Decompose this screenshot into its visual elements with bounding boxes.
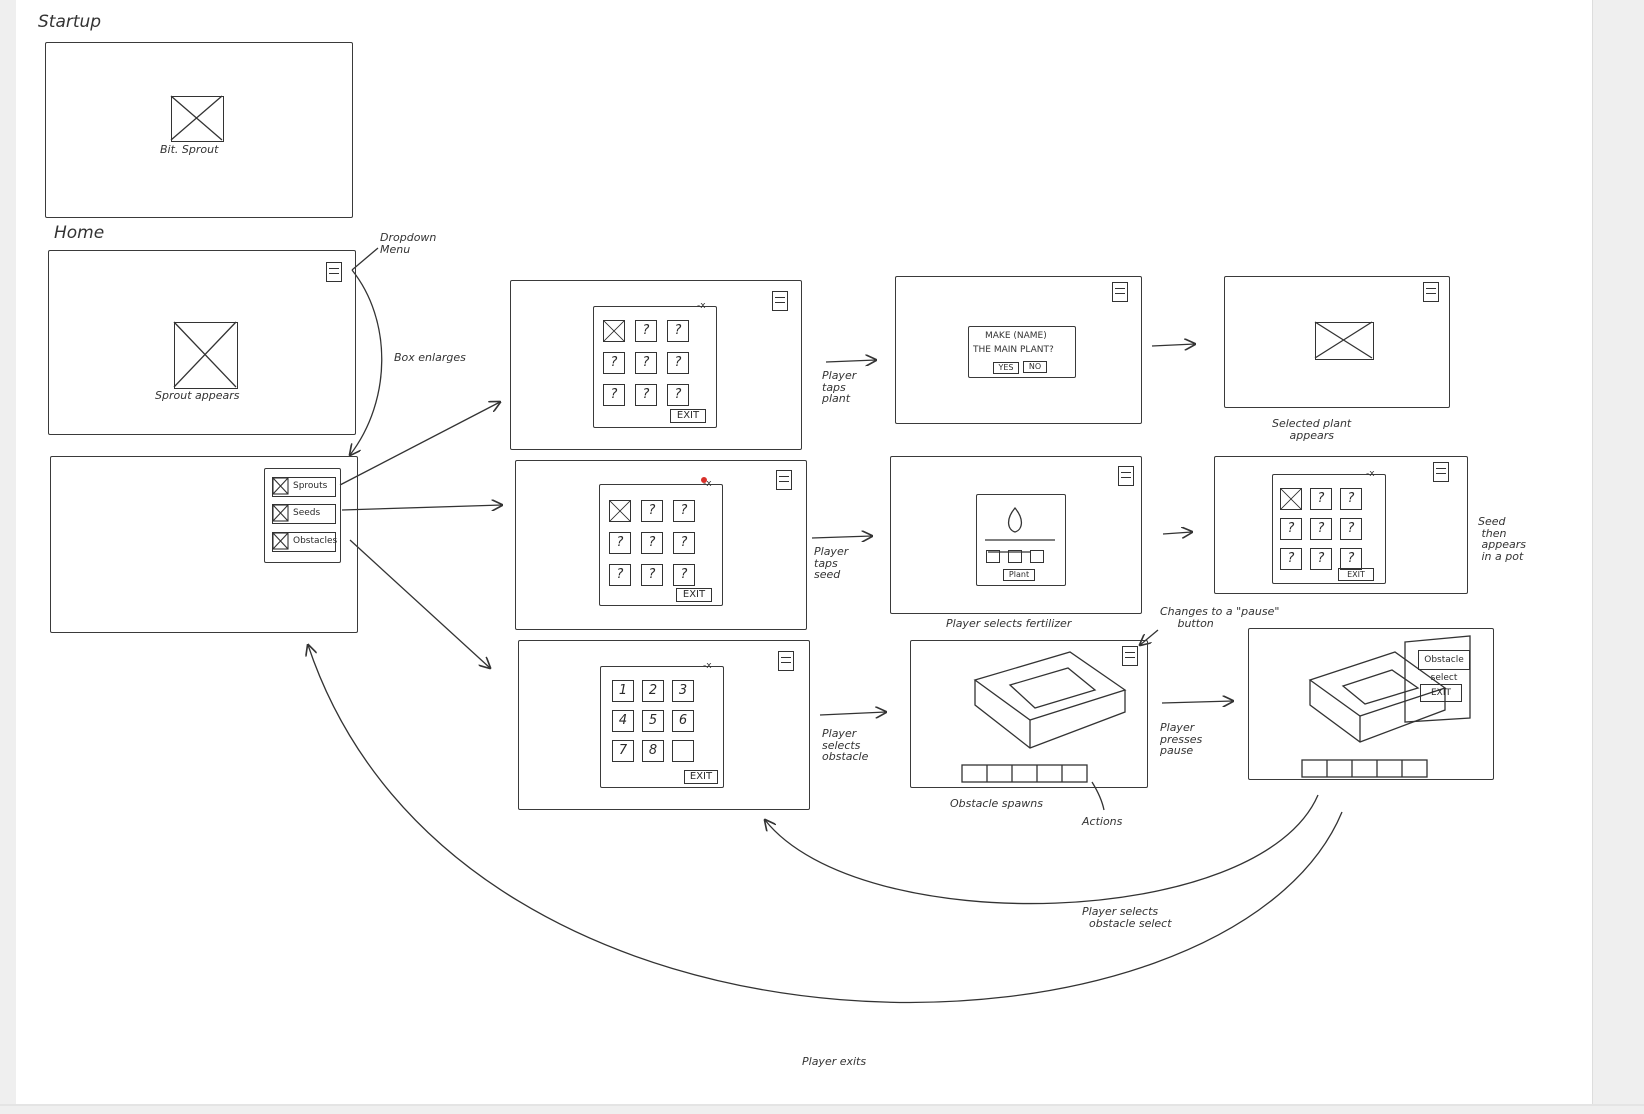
menu-icon[interactable] (1423, 282, 1439, 302)
grid-tile[interactable] (672, 740, 694, 762)
annotation-player-selects-obstacle: Player selects obstacle (822, 727, 869, 764)
close-icon[interactable]: -x (703, 479, 712, 489)
grid-tile[interactable]: ? (1310, 518, 1332, 540)
annotation-obstacle-spawns: Obstacle spawns (950, 797, 1043, 810)
selected-tile[interactable] (1280, 488, 1302, 510)
home-sprout-placeholder (174, 322, 238, 389)
annotation-player-taps-seed: Player taps seed (814, 545, 849, 582)
exit-button[interactable]: EXIT (670, 409, 706, 423)
close-icon[interactable]: -x (697, 301, 706, 311)
grid-tile[interactable]: ? (667, 320, 689, 342)
dropdown-item-crosses (272, 477, 289, 550)
obstacle-game-screen-frame (910, 640, 1148, 788)
fertilizer-option-3[interactable] (1030, 550, 1044, 563)
grid-tile[interactable]: ? (635, 384, 657, 406)
grid-tile[interactable]: 8 (642, 740, 664, 762)
dropdown-item-label: Obstacles (293, 536, 338, 546)
yes-button[interactable]: YES (993, 362, 1019, 374)
grid-tile[interactable]: ? (635, 320, 657, 342)
grid-tile[interactable]: 7 (612, 740, 634, 762)
grid-tile[interactable]: ? (603, 384, 625, 406)
annotation-dropdown-menu: Dropdown Menu (380, 231, 437, 256)
menu-icon[interactable] (772, 291, 788, 311)
pause-button-icon[interactable] (1122, 646, 1138, 666)
annotation-seed-appears: Seed then appears in a pot (1478, 515, 1526, 563)
grid-tile[interactable]: 4 (612, 710, 634, 732)
plant-button[interactable]: Plant (1003, 569, 1035, 581)
grid-tile[interactable]: ? (673, 564, 695, 586)
selected-tile[interactable] (603, 320, 625, 342)
annotation-player-presses-pause: Player presses pause (1160, 721, 1203, 758)
arrow-to-seeds (341, 505, 502, 510)
exit-button[interactable]: EXIT (684, 770, 718, 784)
home-caption: Sprout appears (155, 389, 240, 402)
grid-tile[interactable]: 3 (672, 680, 694, 702)
close-icon[interactable]: -x (1366, 469, 1375, 479)
arrow-to-sprouts (339, 402, 500, 486)
grid-tile[interactable]: ? (609, 564, 631, 586)
arrow-row3-b (1161, 701, 1233, 703)
annotation-selected-plant-appears: Selected plant appears (1272, 417, 1352, 442)
arrow-to-obstacles (349, 539, 490, 668)
menu-icon[interactable] (1433, 462, 1449, 482)
arrow-player-exits-loop (308, 645, 1343, 1004)
startup-title: Startup (38, 12, 102, 32)
grid-tile[interactable]: 6 (672, 710, 694, 732)
arrow-row2-a (811, 536, 872, 538)
grid-tile[interactable]: ? (609, 532, 631, 554)
annotation-player-selects-fertilizer: Player selects fertilizer (946, 617, 1072, 630)
grid-tile[interactable]: ? (641, 500, 663, 522)
startup-caption: Bit. Sprout (160, 143, 219, 156)
annotation-changes-to-pause: Changes to a "pause" button (1160, 605, 1280, 630)
arrow-row1-a (825, 360, 876, 362)
grid-tile[interactable]: ? (1340, 548, 1362, 570)
annotation-box-enlarges: Box enlarges (394, 351, 466, 364)
arrow-row2-b (1162, 532, 1192, 534)
no-button[interactable]: NO (1023, 361, 1047, 373)
annotation-player-exits: Player exits (802, 1055, 867, 1068)
menu-icon[interactable] (1118, 466, 1134, 486)
dropdown-item-label: Seeds (293, 508, 321, 518)
selected-tile[interactable] (609, 500, 631, 522)
exit-button[interactable]: EXIT (676, 588, 712, 602)
grid-tile[interactable]: ? (641, 564, 663, 586)
menu-icon[interactable] (776, 470, 792, 490)
grid-tile[interactable]: ? (1310, 548, 1332, 570)
grid-tile[interactable]: ? (667, 352, 689, 374)
grid-tile[interactable]: ? (667, 384, 689, 406)
startup-logo-placeholder (171, 96, 224, 142)
grid-tile[interactable]: ? (673, 500, 695, 522)
annotation-player-selects-obstacle-select: Player selects obstacle select (1082, 905, 1172, 930)
grid-tile[interactable]: ? (1280, 548, 1302, 570)
grid-tile[interactable]: 1 (612, 680, 634, 702)
menu-icon[interactable] (778, 651, 794, 671)
fertilizer-option-2[interactable] (1008, 550, 1022, 563)
grid-tile[interactable]: ? (1310, 488, 1332, 510)
grid-tile[interactable]: ? (673, 532, 695, 554)
menu-icon[interactable] (1112, 282, 1128, 302)
dropdown-item-label: Sprouts (293, 481, 328, 491)
grid-tile[interactable]: ? (641, 532, 663, 554)
home-title: Home (54, 223, 105, 243)
grid-tile[interactable]: ? (603, 352, 625, 374)
annotation-actions: Actions (1082, 815, 1123, 828)
arrow-obstacle-select-loop (765, 794, 1319, 905)
pause-exit-button[interactable]: EXIT (1420, 684, 1462, 702)
arrow-row3-a (819, 712, 886, 715)
fertilizer-option-1[interactable] (986, 550, 1000, 563)
grid-tile[interactable]: 5 (642, 710, 664, 732)
annotation-player-taps-plant: Player taps plant (822, 369, 857, 406)
arrow-row1-b (1151, 344, 1195, 346)
close-icon[interactable]: -x (703, 661, 712, 671)
dialog-line1: MAKE (NAME) (985, 331, 1047, 341)
obstacle-select-button[interactable]: Obstacle select (1418, 650, 1470, 683)
selected-plant-placeholder (1315, 322, 1374, 360)
grid-tile[interactable]: ? (635, 352, 657, 374)
dialog-line2: THE MAIN PLANT? (973, 345, 1054, 355)
grid-tile[interactable]: ? (1280, 518, 1302, 540)
grid-tile[interactable]: ? (1340, 518, 1362, 540)
grid-tile[interactable]: 2 (642, 680, 664, 702)
dropdown-menu-icon[interactable] (326, 262, 342, 282)
grid-tile[interactable]: ? (1340, 488, 1362, 510)
